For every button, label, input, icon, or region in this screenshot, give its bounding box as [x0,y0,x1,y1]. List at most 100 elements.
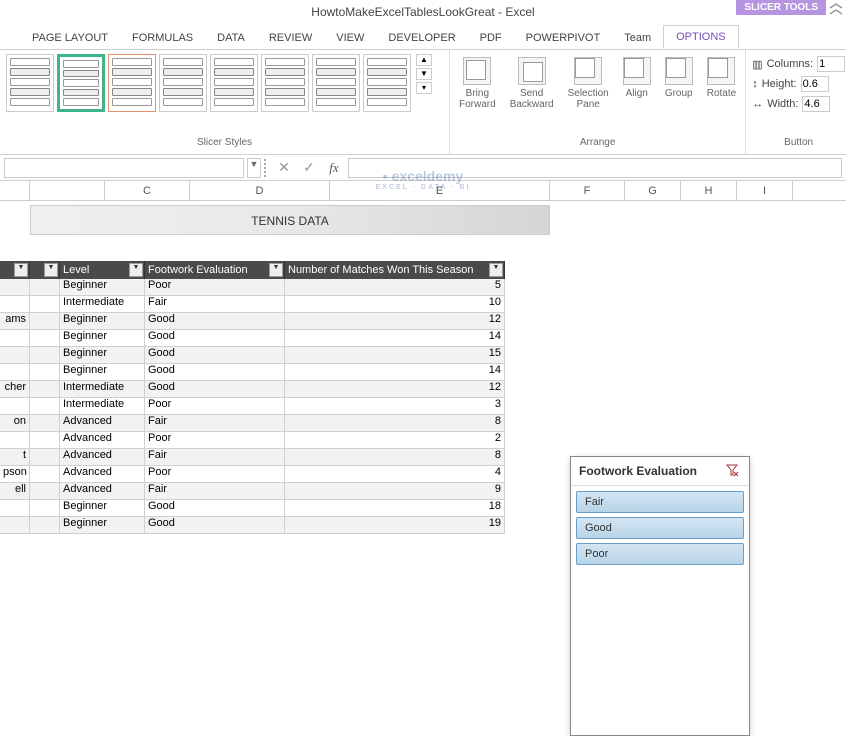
enter-icon[interactable]: ✓ [298,159,320,176]
col-header-i[interactable]: I [737,181,793,200]
table-row[interactable]: psonAdvancedPoor4 [0,466,505,483]
slicer-styles-gallery[interactable]: ▲▼▾ [6,54,443,112]
slicer-item-good[interactable]: Good [576,517,744,539]
table-row[interactable]: IntermediatePoor3 [0,398,505,415]
tab-powerpivot[interactable]: POWERPIVOT [514,27,613,49]
ribbon: ▲▼▾ Slicer Styles Bring Forward Send Bac… [0,50,846,155]
style-1[interactable] [6,54,54,112]
tab-team[interactable]: Team [612,27,663,49]
table-row[interactable]: BeginnerGood18 [0,500,505,517]
filter-dropdown-icon[interactable]: ▼ [269,263,283,277]
send-backward-icon [518,57,546,85]
tab-data[interactable]: DATA [205,27,257,49]
tennis-data-banner: TENNIS DATA [30,205,550,235]
rotate-button[interactable]: Rotate [704,54,739,113]
th-pre[interactable]: ▼ [30,261,60,279]
width-row: ↔Width: [752,94,845,114]
group-label-arrange: Arrange [456,135,739,150]
selection-pane-icon [574,57,602,85]
bring-forward-icon [463,57,491,85]
style-2[interactable] [57,54,105,112]
group-slicer-styles: ▲▼▾ Slicer Styles [0,50,450,154]
height-input[interactable] [801,76,829,92]
slicer-item-poor[interactable]: Poor [576,543,744,565]
filter-dropdown-icon[interactable]: ▼ [129,263,143,277]
cancel-icon[interactable]: ✕ [273,159,295,176]
tab-pdf[interactable]: PDF [468,27,514,49]
clear-filter-icon[interactable] [725,463,741,479]
title-bar: HowtoMakeExcelTablesLookGreat - Excel SL… [0,0,846,24]
slicer-header[interactable]: Footwork Evaluation [571,457,749,486]
tab-review[interactable]: REVIEW [257,27,324,49]
selection-pane-button[interactable]: Selection Pane [565,54,612,113]
col-header-f[interactable]: F [550,181,625,200]
group-icon [665,57,693,85]
th-level[interactable]: Level▼ [60,261,145,279]
tab-formulas[interactable]: FORMULAS [120,27,205,49]
table-row[interactable]: BeginnerGood14 [0,364,505,381]
style-6[interactable] [261,54,309,112]
th-footwork[interactable]: Footwork Evaluation▼ [145,261,285,279]
col-header-g[interactable]: G [625,181,681,200]
height-icon: ↕ [752,78,758,90]
app-title: HowtoMakeExcelTablesLookGreat - Excel [311,5,534,19]
col-header-c[interactable]: C [105,181,190,200]
width-input[interactable] [802,96,830,112]
slicer-items: Fair Good Poor [571,486,749,574]
style-8[interactable] [363,54,411,112]
group-buttons: ▥Columns: ↕Height: ↔Width: Button [746,50,846,154]
context-tab-slicer-tools: SLICER TOOLS [736,0,826,15]
filter-dropdown-icon[interactable]: ▼ [44,263,58,277]
table-row[interactable]: BeginnerGood15 [0,347,505,364]
style-5[interactable] [210,54,258,112]
data-table: ▼ ▼ Level▼ Footwork Evaluation▼ Number o… [0,261,505,534]
table-row[interactable]: cherIntermediateGood12 [0,381,505,398]
width-icon: ↔ [752,98,763,110]
fx-icon[interactable]: fx [323,160,345,176]
columns-input[interactable] [817,56,845,72]
columns-icon: ▥ [752,58,762,71]
th-blank[interactable]: ▼ [0,261,30,279]
th-matches[interactable]: Number of Matches Won This Season▼ [285,261,505,279]
columns-row: ▥Columns: [752,54,845,74]
style-gallery-scroll[interactable]: ▲▼▾ [416,54,432,94]
send-backward-button[interactable]: Send Backward [507,54,557,113]
tab-view[interactable]: VIEW [324,27,376,49]
table-row[interactable]: BeginnerGood19 [0,517,505,534]
style-4[interactable] [159,54,207,112]
col-sep[interactable] [0,181,30,200]
style-3[interactable] [108,54,156,112]
table-row[interactable]: IntermediateFair10 [0,296,505,313]
style-7[interactable] [312,54,360,112]
ribbon-tabs: PAGE LAYOUTFORMULASDATAREVIEWVIEWDEVELOP… [0,24,846,50]
filter-dropdown-icon[interactable]: ▼ [14,263,28,277]
col-header[interactable] [30,181,105,200]
table-row[interactable]: BeginnerGood14 [0,330,505,347]
table-row[interactable]: AdvancedPoor2 [0,432,505,449]
slicer-item-fair[interactable]: Fair [576,491,744,513]
align-button[interactable]: Align [620,54,654,113]
col-header-d[interactable]: D [190,181,330,200]
rotate-icon [707,57,735,85]
filter-dropdown-icon[interactable]: ▼ [489,263,503,277]
ribbon-collapse-icon[interactable] [828,2,844,21]
name-box-dropdown[interactable]: ▼ [247,158,261,178]
align-icon [623,57,651,85]
tab-options[interactable]: OPTIONS [663,25,739,49]
table-row[interactable]: tAdvancedFair8 [0,449,505,466]
table-row[interactable]: ellAdvancedFair9 [0,483,505,500]
tab-page-layout[interactable]: PAGE LAYOUT [20,27,120,49]
tab-developer[interactable]: DEVELOPER [376,27,467,49]
table-row[interactable]: onAdvancedFair8 [0,415,505,432]
group-arrange: Bring Forward Send Backward Selection Pa… [450,50,746,154]
watermark: ▪ exceldemy EXCEL · DATA · BI [376,168,471,191]
bring-forward-button[interactable]: Bring Forward [456,54,499,113]
group-button[interactable]: Group [662,54,696,113]
table-row[interactable]: amsBeginnerGood12 [0,313,505,330]
name-box[interactable] [4,158,244,178]
slicer-title: Footwork Evaluation [579,464,697,478]
slicer-footwork[interactable]: Footwork Evaluation Fair Good Poor [570,456,750,736]
group-label-slicer-styles: Slicer Styles [6,135,443,150]
col-header-h[interactable]: H [681,181,737,200]
table-row[interactable]: BeginnerPoor5 [0,279,505,296]
